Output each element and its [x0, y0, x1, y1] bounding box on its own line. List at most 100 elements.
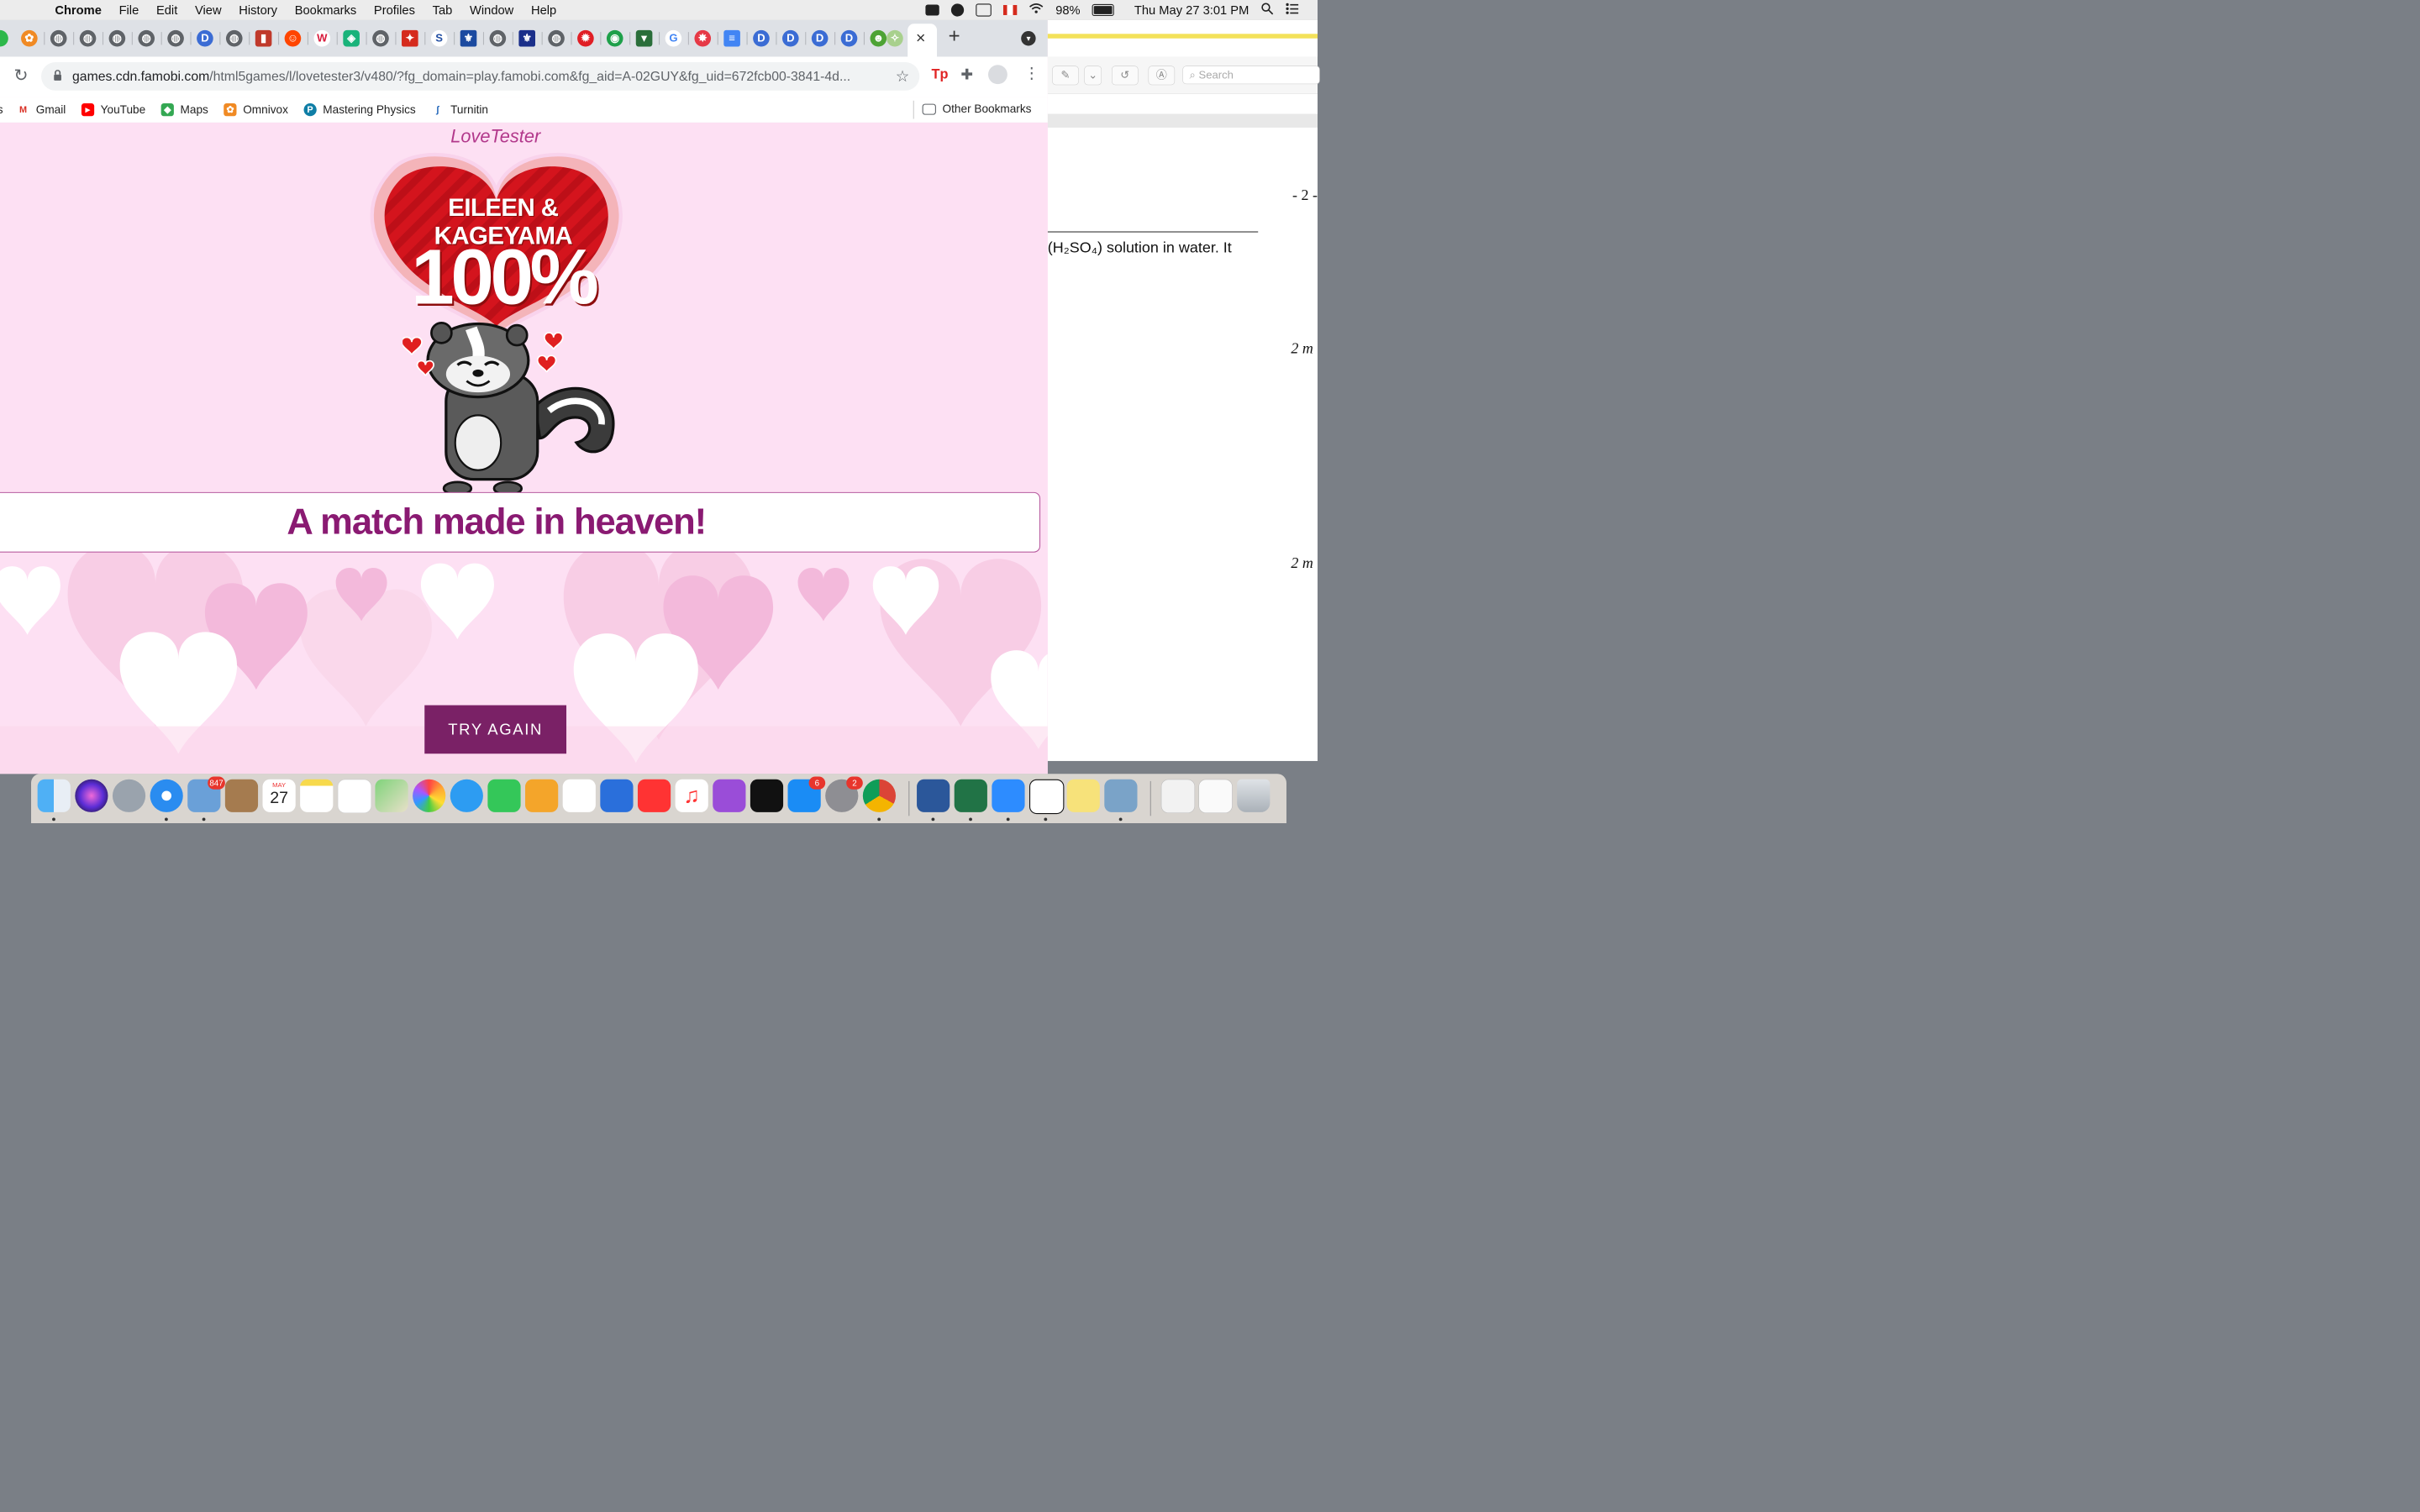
tab-favicon[interactable] [0, 29, 8, 47]
tab-globe-icon[interactable]: ◍ [138, 29, 155, 47]
chrome-icon[interactable] [862, 779, 897, 812]
tab-omnivox-icon[interactable]: ✿ [21, 29, 38, 47]
word-icon[interactable] [917, 779, 950, 812]
document-stack-icon[interactable] [1198, 779, 1233, 814]
lock-icon[interactable] [53, 69, 62, 83]
creative-cloud-icon[interactable] [951, 3, 965, 17]
tab-fairy-icon[interactable]: ✧ [886, 29, 903, 47]
preview-icon[interactable] [1104, 779, 1138, 812]
tab-globe-icon[interactable]: ◍ [50, 29, 67, 47]
menu-edit[interactable]: Edit [156, 3, 177, 18]
annotate-icon[interactable]: Ⓐ [1148, 66, 1176, 86]
tab-quebec-icon[interactable]: ⚜ [518, 29, 535, 47]
menu-tab[interactable]: Tab [433, 3, 453, 18]
bookmark-maps[interactable]: ◆ Maps [160, 103, 208, 117]
extension-tp-icon[interactable]: Tp [931, 66, 948, 82]
tab-s-icon[interactable]: S [430, 29, 448, 47]
tab-search-icon[interactable]: ▾ [1021, 31, 1036, 46]
notes-icon[interactable] [300, 779, 334, 812]
battery-icon[interactable] [1092, 3, 1114, 17]
pages-icon[interactable] [525, 779, 559, 812]
menu-help[interactable]: Help [531, 3, 556, 18]
tab-dictionary-icon[interactable]: D [781, 29, 799, 47]
tab-globe-icon[interactable]: ◍ [489, 29, 507, 47]
bookmark-youtube[interactable]: ▸ YouTube [81, 103, 145, 117]
safari-icon[interactable] [150, 779, 183, 812]
reload-icon[interactable]: ↻ [13, 65, 28, 85]
tab-dictionary-icon[interactable]: D [811, 29, 829, 47]
numbers-icon[interactable] [562, 779, 596, 812]
tab-google-icon[interactable]: G [665, 29, 682, 47]
chrome-menu-icon[interactable]: ⋮ [1023, 64, 1039, 82]
bookmark-omnivox[interactable]: ✿ Omnivox [224, 103, 288, 117]
tab-frog-icon[interactable]: ☻ [870, 29, 887, 47]
tv-icon[interactable] [750, 779, 784, 812]
tab-dictionary-icon[interactable]: D [197, 29, 213, 47]
bookmark-partial[interactable]: s [0, 103, 3, 117]
tab-reddit-icon[interactable]: ☺ [284, 29, 302, 47]
bookmark-star-icon[interactable]: ☆ [896, 67, 910, 86]
tab-cbc-icon[interactable]: ✹ [577, 29, 594, 47]
bookmark-other[interactable]: Other Bookmarks [922, 102, 1031, 116]
reminders-icon[interactable] [337, 779, 372, 814]
tab-globe-icon[interactable]: ◍ [225, 29, 243, 47]
bookmark-mastering-physics[interactable]: P Mastering Physics [303, 103, 416, 117]
try-again-button[interactable]: TRY AGAIN [424, 705, 567, 754]
input-source-flag-icon[interactable] [1003, 4, 1018, 15]
menu-view[interactable]: View [195, 3, 222, 18]
chevron-down-icon[interactable]: ⌄ [1084, 66, 1102, 86]
stickies-icon[interactable] [1066, 779, 1100, 812]
tab-globe-icon[interactable]: ◍ [167, 29, 184, 47]
photos-icon[interactable] [413, 779, 446, 812]
news-icon[interactable] [637, 779, 671, 812]
profile-avatar-icon[interactable] [987, 65, 1007, 85]
tab-tripadvisor-icon[interactable]: ◉ [606, 29, 623, 47]
menu-profiles[interactable]: Profiles [374, 3, 415, 18]
maps-icon[interactable] [375, 779, 408, 812]
launchpad-icon[interactable] [112, 779, 146, 812]
tab-canada-icon[interactable]: ✦ [402, 29, 418, 47]
new-tab-button[interactable]: + [949, 24, 960, 47]
tab-docs-icon[interactable]: ≡ [723, 29, 740, 47]
game-canvas[interactable]: LoveTester EILEEN & KAGEYAMA 100% A matc… [0, 122, 1048, 774]
menu-file[interactable]: File [119, 3, 139, 18]
airplay-icon[interactable] [976, 3, 992, 17]
tab-dictionary-icon[interactable]: D [753, 29, 770, 47]
spotlight-search-icon[interactable] [1260, 2, 1274, 18]
music-icon[interactable]: ♫ [675, 779, 708, 812]
tab-badge-icon[interactable]: ▾ [635, 29, 653, 47]
system-preferences-icon[interactable]: 2 [825, 776, 863, 812]
menu-window[interactable]: Window [470, 3, 513, 18]
tab-globe-icon[interactable]: ◍ [372, 29, 389, 47]
podcasts-icon[interactable] [713, 779, 746, 812]
tab-wattpad-icon[interactable]: W [313, 29, 331, 47]
tab-globe-icon[interactable]: ◍ [548, 29, 565, 47]
tab-dictionary-icon[interactable]: D [840, 29, 858, 47]
facetime-status-icon[interactable] [925, 4, 939, 16]
siri-icon[interactable] [75, 779, 108, 812]
calendar-icon[interactable]: MAY 27 [262, 779, 296, 812]
menu-bookmarks[interactable]: Bookmarks [295, 3, 357, 18]
app-store-icon[interactable]: 6 [787, 776, 826, 812]
messages-icon[interactable] [450, 779, 483, 812]
bookmark-turnitin[interactable]: ʃ Turnitin [431, 103, 488, 117]
contacts-icon[interactable] [224, 779, 259, 812]
address-bar[interactable]: games.cdn.famobi.com/html5games/l/lovete… [40, 62, 920, 91]
notion-icon[interactable] [1028, 779, 1065, 815]
trash-icon[interactable] [1237, 779, 1270, 812]
wifi-icon[interactable] [1029, 3, 1044, 18]
document-search-input[interactable]: ⌕ Search [1182, 66, 1320, 85]
facetime-icon[interactable] [487, 779, 521, 812]
tab-quebec-icon[interactable]: ⚜ [460, 29, 477, 47]
extensions-puzzle-icon[interactable]: ✚ [960, 66, 973, 83]
tab-shield-icon[interactable]: ◈ [343, 29, 360, 47]
clock[interactable]: Thu May 27 3:01 PM [1134, 3, 1249, 18]
control-center-icon[interactable] [1286, 3, 1299, 18]
menu-app-name[interactable]: Chrome [55, 3, 102, 18]
tab-globe-icon[interactable]: ◍ [108, 29, 126, 47]
rotate-icon[interactable]: ↺ [1111, 66, 1139, 86]
markup-pen-icon[interactable]: ✎ [1052, 66, 1079, 86]
keynote-icon[interactable] [600, 779, 634, 812]
finder-icon[interactable] [37, 779, 71, 812]
tab-book-icon[interactable]: ▮ [255, 29, 272, 47]
